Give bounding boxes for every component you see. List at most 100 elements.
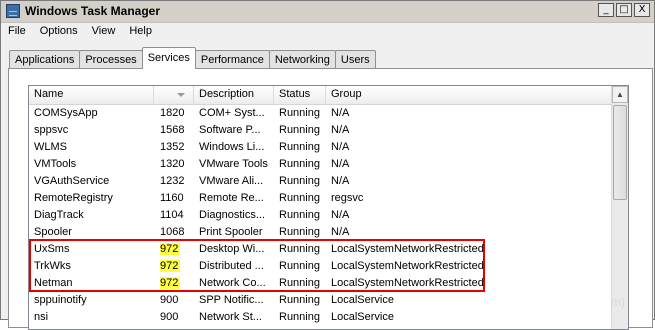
vertical-scrollbar[interactable]: ▲ [611, 86, 628, 329]
service-row[interactable]: DiagTrack 1104 Diagnostics... Running N/A [29, 207, 612, 224]
service-pid: 900 [160, 309, 190, 326]
service-pid: 1160 [160, 190, 190, 207]
service-description: Distributed ... [199, 258, 271, 275]
service-pid-text: 1820 [160, 107, 185, 119]
service-status-text: Running [279, 158, 320, 170]
service-pid-text: 1568 [160, 124, 185, 136]
service-description-text: Distributed ... [199, 260, 264, 272]
tab-networking[interactable]: Networking [268, 50, 336, 69]
tab-processes[interactable]: Processes [79, 50, 143, 69]
service-group-text: N/A [331, 124, 350, 136]
menu-help[interactable]: Help [122, 23, 159, 41]
tab-applications[interactable]: Applications [9, 50, 81, 69]
service-name: COMSysApp [34, 105, 154, 122]
service-name-text: Spooler [34, 226, 72, 238]
scroll-thumb[interactable] [613, 105, 627, 200]
service-name: UxSms [34, 241, 154, 258]
service-status-text: Running [279, 226, 320, 238]
service-group: N/A [331, 207, 531, 224]
service-status: Running [279, 173, 329, 190]
tab-performance[interactable]: Performance [194, 50, 270, 69]
service-description: Network Co... [199, 275, 271, 292]
service-pid-text: 1104 [160, 209, 184, 221]
service-pid: 900 [160, 292, 190, 309]
service-group: N/A [331, 173, 531, 190]
service-name-text: COMSysApp [34, 107, 98, 119]
service-pid: 1104 [160, 207, 190, 224]
list-header: Name Description Status Group [29, 86, 612, 105]
menu-view[interactable]: View [85, 23, 123, 41]
tab-services[interactable]: Services [141, 47, 196, 69]
service-row[interactable]: UxSms 972 Desktop Wi... Running LocalSystemN… [29, 241, 612, 258]
service-status-text: Running [279, 260, 320, 272]
column-pid[interactable] [154, 86, 194, 104]
service-pid-text: 972 [160, 243, 181, 255]
service-row[interactable]: sppsvc 1568 Software P... Running N/A [29, 122, 612, 139]
service-description-text: Windows Li... [199, 141, 265, 153]
service-group: LocalSystemNetworkRestricted [331, 275, 531, 292]
service-row[interactable]: WLMS 1352 Windows Li... Running N/A [29, 139, 612, 156]
service-name-text: nsi [34, 311, 49, 323]
service-status-text: Running [279, 311, 320, 323]
service-pid-text: 1320 [160, 158, 185, 170]
maximize-button[interactable]: □ [616, 3, 632, 17]
service-name-text: VMTools [34, 158, 77, 170]
service-name: DiagTrack [34, 207, 154, 224]
service-group-text: N/A [331, 175, 350, 187]
service-name-text: WLMS [34, 141, 67, 153]
service-group-text: LocalSystemNetworkRestricted [331, 260, 484, 272]
service-row[interactable]: COMSysApp 1820 COM+ Syst... Running N/A [29, 105, 612, 122]
service-status-text: Running [279, 243, 320, 255]
service-row[interactable]: Netman 972 Network Co... Running LocalSystem… [29, 275, 612, 292]
service-description: Network St... [199, 309, 271, 326]
service-group-text: LocalService [331, 294, 394, 306]
column-status[interactable]: Status [274, 86, 326, 104]
service-name: RemoteRegistry [34, 190, 154, 207]
service-description: VMware Tools [199, 156, 271, 173]
column-description[interactable]: Description [194, 86, 274, 104]
service-row[interactable]: Spooler 1068 Print Spooler Running N/A [29, 224, 612, 241]
service-group: N/A [331, 224, 531, 241]
service-description: Desktop Wi... [199, 241, 271, 258]
service-name: WLMS [34, 139, 154, 156]
service-name: VMTools [34, 156, 154, 173]
service-description: VMware Ali... [199, 173, 271, 190]
services-list[interactable]: Name Description Status Group COMSysApp 1… [28, 85, 629, 330]
service-status-text: Running [279, 209, 320, 221]
service-name: Netman [34, 275, 154, 292]
service-status-text: Running [279, 107, 320, 119]
service-name: sppsvc [34, 122, 154, 139]
scroll-up-arrow-icon[interactable]: ▲ [612, 86, 628, 103]
menu-file[interactable]: File [1, 23, 33, 41]
service-pid: 1820 [160, 105, 190, 122]
service-name: sppuinotify [34, 292, 154, 309]
service-status-text: Running [279, 277, 320, 289]
service-row[interactable]: sppuinotify 900 SPP Notific... Running Local… [29, 292, 612, 309]
service-name-text: RemoteRegistry [34, 192, 113, 204]
column-name[interactable]: Name [29, 86, 154, 104]
close-button[interactable]: X [634, 3, 650, 17]
tab-users[interactable]: Users [334, 50, 376, 69]
service-status: Running [279, 241, 329, 258]
service-status: Running [279, 292, 329, 309]
service-row[interactable]: nsi 900 Network St... Running LocalService [29, 309, 612, 326]
service-group-text: N/A [331, 107, 350, 119]
title-bar[interactable]: Windows Task Manager _ □ X [1, 1, 654, 23]
service-row[interactable]: RemoteRegistry 1160 Remote Re... Running reg… [29, 190, 612, 207]
service-description-text: Network Co... [199, 277, 266, 289]
service-name: Spooler [34, 224, 154, 241]
service-group-text: LocalSystemNetworkRestricted [331, 277, 484, 289]
service-pid-text: 900 [160, 294, 179, 306]
service-status-text: Running [279, 192, 320, 204]
service-pid-text: 972 [160, 260, 181, 272]
menu-bar: File Options View Help [1, 23, 159, 41]
column-group[interactable]: Group [326, 86, 612, 104]
service-row[interactable]: TrkWks 972 Distributed ... Running LocalSyst… [29, 258, 612, 275]
service-description: COM+ Syst... [199, 105, 271, 122]
watermark-text: m) [611, 295, 625, 309]
service-row[interactable]: VMTools 1320 VMware Tools Running N/A [29, 156, 612, 173]
menu-options[interactable]: Options [33, 23, 85, 41]
service-row[interactable]: VGAuthService 1232 VMware Ali... Running N/A [29, 173, 612, 190]
service-group-text: LocalService [331, 311, 394, 323]
minimize-button[interactable]: _ [598, 3, 614, 17]
